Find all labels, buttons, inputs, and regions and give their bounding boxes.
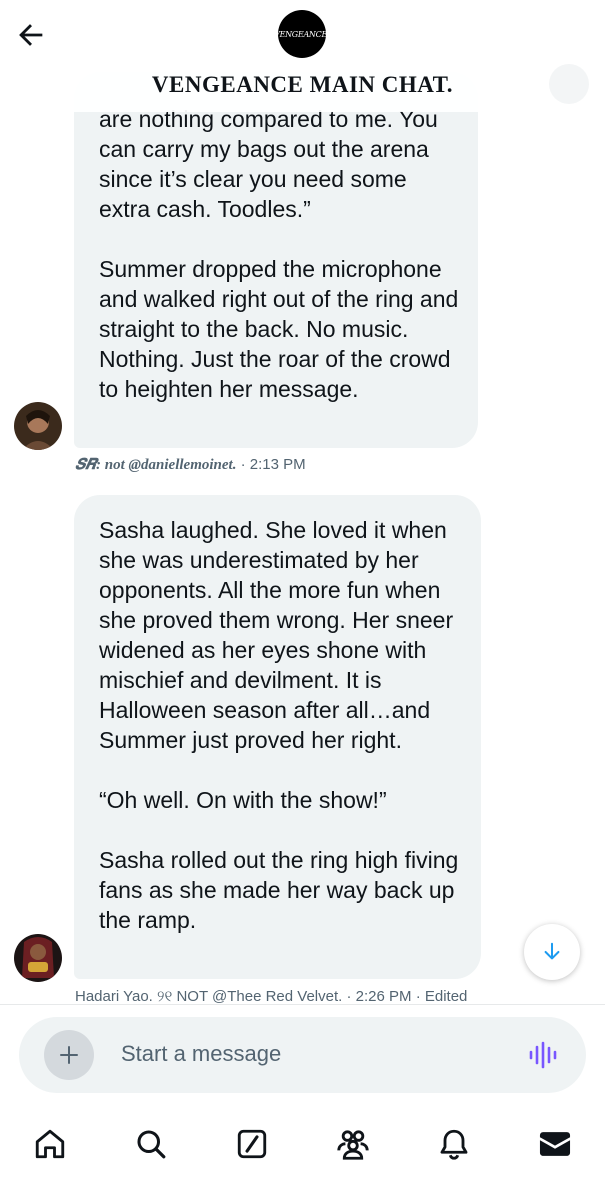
back-button[interactable]	[14, 18, 48, 52]
scroll-to-bottom-button[interactable]	[524, 924, 580, 980]
edited-label: · Edited	[415, 988, 468, 1005]
grok-icon	[237, 1129, 267, 1159]
voice-waveform-icon	[529, 1041, 557, 1069]
add-media-button[interactable]	[44, 1030, 94, 1080]
avatar[interactable]	[14, 402, 62, 450]
plus-icon	[60, 1046, 78, 1064]
bottom-tab-bar	[0, 1110, 605, 1180]
message-composer	[19, 1017, 586, 1093]
search-icon	[137, 1130, 166, 1159]
tab-communities[interactable]	[333, 1124, 373, 1164]
message-time: · 2:26 PM	[346, 988, 412, 1005]
info-button[interactable]	[549, 64, 589, 104]
avatar-image	[14, 934, 62, 982]
message-input[interactable]	[121, 1041, 481, 1067]
mail-icon	[539, 1132, 571, 1156]
tab-search[interactable]	[131, 1124, 171, 1164]
avatar[interactable]	[14, 934, 62, 982]
divider	[0, 1004, 605, 1005]
message-bubble[interactable]: are nothing compared to me. You can carr…	[74, 72, 478, 448]
logo-text: VENGEANCE!	[274, 29, 330, 39]
page-title[interactable]: VENGEANCE MAIN CHAT.	[0, 72, 605, 98]
communities-icon	[337, 1130, 369, 1160]
sender-name[interactable]: 𝑺𝑹: not @daniellemoinet.	[75, 457, 236, 473]
message-paragraph: Sasha rolled out the ring high fiving fa…	[99, 847, 459, 933]
bell-icon	[440, 1129, 468, 1160]
message-text: are nothing compared to me. You can carr…	[99, 104, 459, 404]
chat-header: VENGEANCE! VENGEANCE MAIN CHAT.	[0, 0, 605, 112]
tab-notifications[interactable]	[434, 1124, 474, 1164]
message-paragraph: are nothing compared to me. You can carr…	[99, 106, 438, 222]
message-paragraph: “Oh well. On with the show!”	[99, 787, 387, 813]
arrow-left-icon	[19, 24, 43, 46]
home-icon	[35, 1129, 65, 1159]
avatar-image	[14, 402, 62, 450]
message-meta: 𝑺𝑹: not @daniellemoinet. · 2:13 PM	[75, 456, 306, 474]
message-text: Sasha laughed. She loved it when she was…	[99, 515, 459, 935]
arrow-down-icon	[544, 942, 560, 960]
tab-grok[interactable]	[232, 1124, 272, 1164]
group-avatar-logo[interactable]: VENGEANCE!	[274, 10, 330, 58]
message-time: · 2:13 PM	[240, 456, 306, 473]
tab-messages[interactable]	[535, 1124, 575, 1164]
message-paragraph: Sasha laughed. She loved it when she was…	[99, 517, 454, 753]
tab-home[interactable]	[30, 1124, 70, 1164]
message-paragraph: Summer dropped the microphone and walked…	[99, 256, 459, 402]
sender-name[interactable]: Hadari Yao. ୨୧ NOT @Thee Red Velvet.	[75, 988, 342, 1005]
message-bubble[interactable]: Sasha laughed. She loved it when she was…	[74, 495, 481, 979]
message-meta: Hadari Yao. ୨୧ NOT @Thee Red Velvet. · 2…	[75, 988, 467, 1005]
voice-message-button[interactable]	[527, 1039, 559, 1071]
